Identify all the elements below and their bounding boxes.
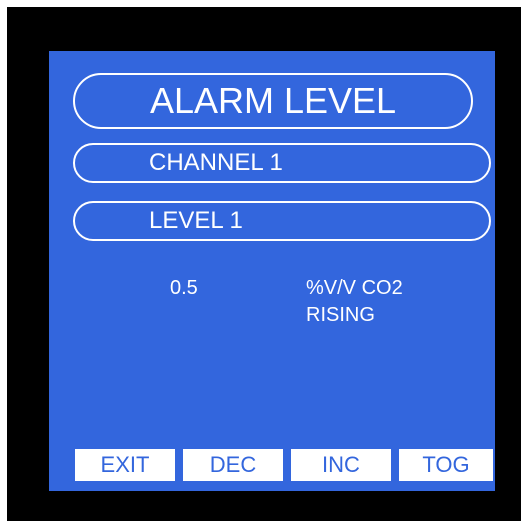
increment-button[interactable]: INC (291, 449, 391, 481)
channel-indicator: CHANNEL 1 (73, 143, 491, 183)
decrement-button[interactable]: DEC (183, 449, 283, 481)
lcd-screen: ALARM LEVEL CHANNEL 1 LEVEL 1 0.5 %V/V C… (49, 51, 495, 491)
alarm-level-indicator: LEVEL 1 (73, 201, 491, 241)
alarm-direction-label: RISING (306, 304, 375, 326)
toggle-button[interactable]: TOG (399, 449, 493, 481)
alarm-unit-label: %V/V CO2 (306, 277, 403, 299)
exit-button[interactable]: EXIT (75, 449, 175, 481)
softkey-bar: EXIT DEC INC TOG (75, 449, 493, 481)
alarm-setpoint-value: 0.5 (170, 277, 198, 299)
device-bezel: ALARM LEVEL CHANNEL 1 LEVEL 1 0.5 %V/V C… (7, 7, 521, 521)
screen-title: ALARM LEVEL (73, 73, 473, 129)
